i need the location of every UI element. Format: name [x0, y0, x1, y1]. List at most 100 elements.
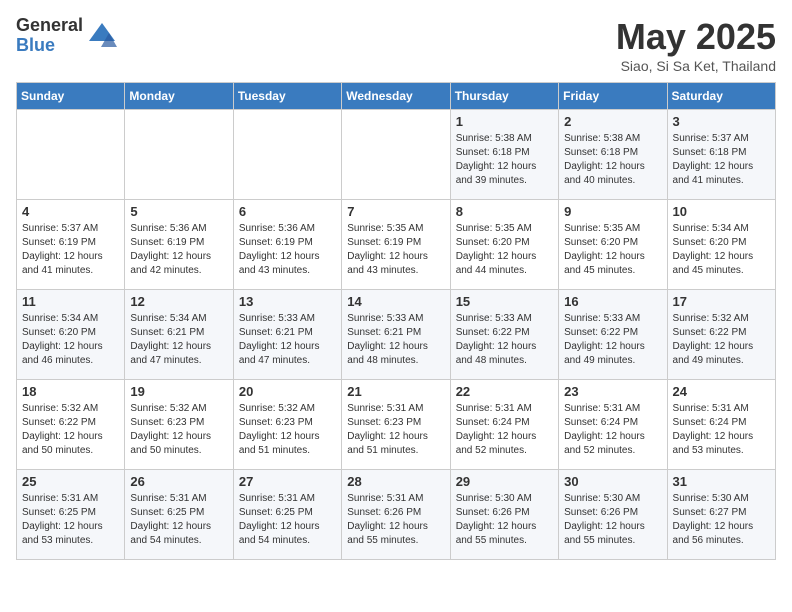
day-info: Sunrise: 5:32 AM Sunset: 6:23 PM Dayligh… — [239, 402, 336, 458]
calendar-cell: 5 Sunrise: 5:36 AM Sunset: 6:19 PM Daylig… — [125, 200, 233, 290]
day-info: Sunrise: 5:32 AM Sunset: 6:22 PM Dayligh… — [673, 312, 770, 368]
day-number: 27 — [239, 474, 336, 489]
day-info: Sunrise: 5:37 AM Sunset: 6:19 PM Dayligh… — [22, 222, 119, 278]
calendar-cell: 10 Sunrise: 5:34 AM Sunset: 6:20 PM Dayli… — [667, 200, 775, 290]
calendar-cell: 17 Sunrise: 5:32 AM Sunset: 6:22 PM Dayli… — [667, 290, 775, 380]
title-block: May 2025 Siao, Si Sa Ket, Thailand — [616, 16, 776, 74]
calendar-cell — [125, 110, 233, 200]
day-info: Sunrise: 5:32 AM Sunset: 6:22 PM Dayligh… — [22, 402, 119, 458]
header-day-monday: Monday — [125, 83, 233, 110]
calendar-cell: 23Sunrise: 5:31 AM Sunset: 6:24 PM Dayli… — [559, 380, 667, 470]
calendar-cell: 26 Sunrise: 5:31 AM Sunset: 6:25 PM Dayli… — [125, 470, 233, 560]
header-day-wednesday: Wednesday — [342, 83, 450, 110]
day-number: 28 — [347, 474, 444, 489]
calendar-body: 1 Sunrise: 5:38 AM Sunset: 6:18 PM Daylig… — [17, 110, 776, 560]
header-day-friday: Friday — [559, 83, 667, 110]
calendar-cell: 31 Sunrise: 5:30 AM Sunset: 6:27 PM Dayli… — [667, 470, 775, 560]
calendar-cell — [342, 110, 450, 200]
day-info: Sunrise: 5:31 AM Sunset: 6:25 PM Dayligh… — [239, 492, 336, 548]
calendar-cell: 9Sunrise: 5:35 AM Sunset: 6:20 PM Daylig… — [559, 200, 667, 290]
calendar-cell: 2Sunrise: 5:38 AM Sunset: 6:18 PM Daylig… — [559, 110, 667, 200]
day-info: Sunrise: 5:36 AM Sunset: 6:19 PM Dayligh… — [239, 222, 336, 278]
calendar-cell: 6 Sunrise: 5:36 AM Sunset: 6:19 PM Daylig… — [233, 200, 341, 290]
subtitle: Siao, Si Sa Ket, Thailand — [616, 58, 776, 74]
logo-general-text: General — [16, 16, 83, 36]
header-day-tuesday: Tuesday — [233, 83, 341, 110]
day-number: 23 — [564, 384, 661, 399]
header-day-sunday: Sunday — [17, 83, 125, 110]
day-info: Sunrise: 5:31 AM Sunset: 6:24 PM Dayligh… — [673, 402, 770, 458]
calendar-cell: 25Sunrise: 5:31 AM Sunset: 6:25 PM Dayli… — [17, 470, 125, 560]
calendar-cell: 11Sunrise: 5:34 AM Sunset: 6:20 PM Dayli… — [17, 290, 125, 380]
calendar-cell: 18 Sunrise: 5:32 AM Sunset: 6:22 PM Dayli… — [17, 380, 125, 470]
calendar-cell: 20Sunrise: 5:32 AM Sunset: 6:23 PM Dayli… — [233, 380, 341, 470]
logo: General Blue — [16, 16, 117, 56]
week-row-1: 4 Sunrise: 5:37 AM Sunset: 6:19 PM Daylig… — [17, 200, 776, 290]
page-header: General Blue May 2025 Siao, Si Sa Ket, T… — [16, 16, 776, 74]
day-number: 3 — [673, 114, 770, 129]
calendar-cell: 27 Sunrise: 5:31 AM Sunset: 6:25 PM Dayli… — [233, 470, 341, 560]
day-number: 31 — [673, 474, 770, 489]
day-number: 19 — [130, 384, 227, 399]
calendar-cell: 12 Sunrise: 5:34 AM Sunset: 6:21 PM Dayli… — [125, 290, 233, 380]
calendar-cell: 13Sunrise: 5:33 AM Sunset: 6:21 PM Dayli… — [233, 290, 341, 380]
day-number: 12 — [130, 294, 227, 309]
day-number: 6 — [239, 204, 336, 219]
week-row-4: 25 Sunrise: 5:31 AM Sunset: 6:25 PM Dayli… — [17, 470, 776, 560]
header-day-saturday: Saturday — [667, 83, 775, 110]
day-number: 17 — [673, 294, 770, 309]
day-info: Sunrise: 5:38 AM Sunset: 6:18 PM Dayligh… — [564, 132, 661, 188]
logo-icon — [87, 21, 117, 51]
calendar-table: SundayMondayTuesdayWednesdayThursdayFrid… — [16, 82, 776, 560]
calendar-cell: 30 Sunrise: 5:30 AM Sunset: 6:26 PM Dayli… — [559, 470, 667, 560]
day-number: 22 — [456, 384, 553, 399]
day-number: 16 — [564, 294, 661, 309]
day-info: Sunrise: 5:35 AM Sunset: 6:20 PM Dayligh… — [456, 222, 553, 278]
day-info: Sunrise: 5:33 AM Sunset: 6:22 PM Dayligh… — [564, 312, 661, 368]
week-row-3: 18 Sunrise: 5:32 AM Sunset: 6:22 PM Dayli… — [17, 380, 776, 470]
calendar-header: SundayMondayTuesdayWednesdayThursdayFrid… — [17, 83, 776, 110]
day-info: Sunrise: 5:33 AM Sunset: 6:21 PM Dayligh… — [239, 312, 336, 368]
day-info: Sunrise: 5:31 AM Sunset: 6:24 PM Dayligh… — [456, 402, 553, 458]
day-info: Sunrise: 5:33 AM Sunset: 6:21 PM Dayligh… — [347, 312, 444, 368]
day-info: Sunrise: 5:30 AM Sunset: 6:26 PM Dayligh… — [564, 492, 661, 548]
calendar-cell: 28 Sunrise: 5:31 AM Sunset: 6:26 PM Dayli… — [342, 470, 450, 560]
day-info: Sunrise: 5:37 AM Sunset: 6:18 PM Dayligh… — [673, 132, 770, 188]
day-number: 25 — [22, 474, 119, 489]
calendar-cell: 21 Sunrise: 5:31 AM Sunset: 6:23 PM Dayli… — [342, 380, 450, 470]
day-number: 10 — [673, 204, 770, 219]
day-info: Sunrise: 5:33 AM Sunset: 6:22 PM Dayligh… — [456, 312, 553, 368]
day-info: Sunrise: 5:34 AM Sunset: 6:20 PM Dayligh… — [673, 222, 770, 278]
day-info: Sunrise: 5:31 AM Sunset: 6:23 PM Dayligh… — [347, 402, 444, 458]
week-row-2: 11Sunrise: 5:34 AM Sunset: 6:20 PM Dayli… — [17, 290, 776, 380]
calendar-cell: 14Sunrise: 5:33 AM Sunset: 6:21 PM Dayli… — [342, 290, 450, 380]
header-day-thursday: Thursday — [450, 83, 558, 110]
calendar-cell: 4 Sunrise: 5:37 AM Sunset: 6:19 PM Daylig… — [17, 200, 125, 290]
day-info: Sunrise: 5:34 AM Sunset: 6:21 PM Dayligh… — [130, 312, 227, 368]
calendar-cell: 19 Sunrise: 5:32 AM Sunset: 6:23 PM Dayli… — [125, 380, 233, 470]
day-info: Sunrise: 5:31 AM Sunset: 6:25 PM Dayligh… — [130, 492, 227, 548]
logo-blue-text: Blue — [16, 36, 83, 56]
calendar-cell: 3 Sunrise: 5:37 AM Sunset: 6:18 PM Daylig… — [667, 110, 775, 200]
day-info: Sunrise: 5:38 AM Sunset: 6:18 PM Dayligh… — [456, 132, 553, 188]
calendar-cell: 22 Sunrise: 5:31 AM Sunset: 6:24 PM Dayli… — [450, 380, 558, 470]
day-number: 18 — [22, 384, 119, 399]
day-info: Sunrise: 5:32 AM Sunset: 6:23 PM Dayligh… — [130, 402, 227, 458]
day-number: 11 — [22, 294, 119, 309]
calendar-cell — [17, 110, 125, 200]
calendar-cell — [233, 110, 341, 200]
day-number: 1 — [456, 114, 553, 129]
header-row: SundayMondayTuesdayWednesdayThursdayFrid… — [17, 83, 776, 110]
day-info: Sunrise: 5:30 AM Sunset: 6:27 PM Dayligh… — [673, 492, 770, 548]
day-number: 21 — [347, 384, 444, 399]
day-number: 15 — [456, 294, 553, 309]
day-number: 7 — [347, 204, 444, 219]
day-number: 26 — [130, 474, 227, 489]
day-number: 5 — [130, 204, 227, 219]
day-info: Sunrise: 5:35 AM Sunset: 6:20 PM Dayligh… — [564, 222, 661, 278]
day-number: 4 — [22, 204, 119, 219]
day-info: Sunrise: 5:31 AM Sunset: 6:26 PM Dayligh… — [347, 492, 444, 548]
main-title: May 2025 — [616, 16, 776, 58]
day-number: 30 — [564, 474, 661, 489]
day-info: Sunrise: 5:36 AM Sunset: 6:19 PM Dayligh… — [130, 222, 227, 278]
